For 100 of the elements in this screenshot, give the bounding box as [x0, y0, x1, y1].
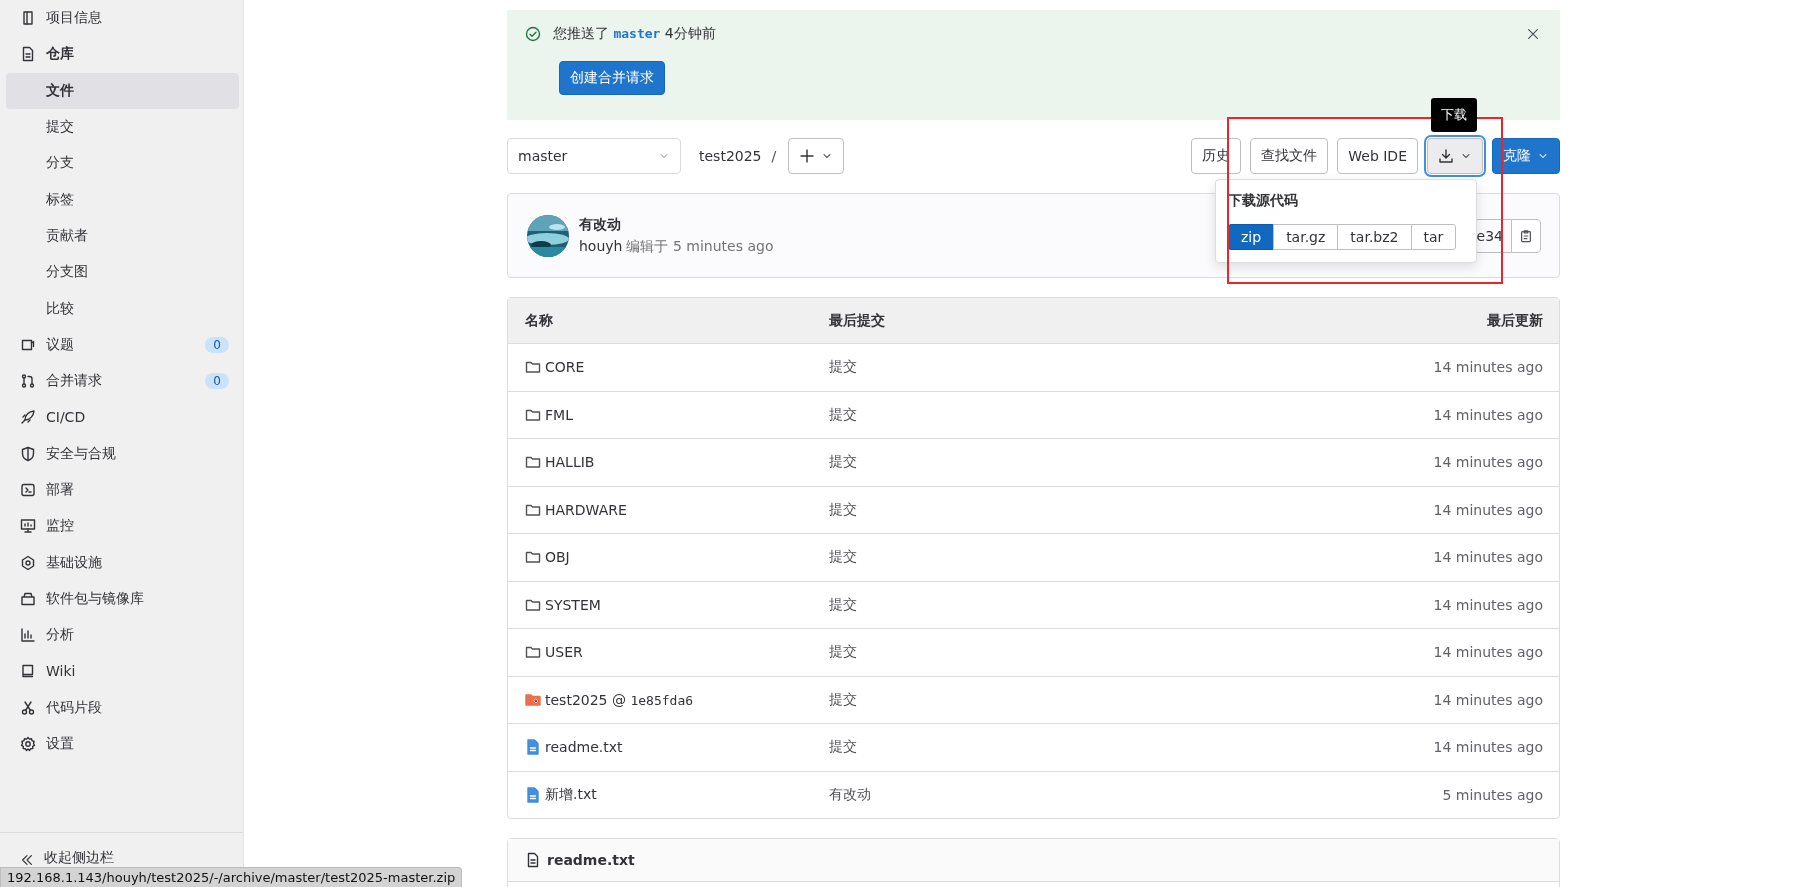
folder-icon: [525, 454, 541, 471]
commit-link[interactable]: 提交: [829, 690, 857, 709]
nav-item[interactable]: 部署: [6, 471, 239, 509]
count-badge: 0: [205, 336, 229, 353]
updated-time: 14 minutes ago: [1433, 359, 1543, 376]
monitor-icon: [20, 518, 36, 535]
package-icon: [20, 590, 36, 607]
copy-button[interactable]: [1511, 218, 1541, 253]
file-link[interactable]: HARDWARE: [545, 501, 627, 518]
document-icon: [20, 46, 36, 63]
format-button[interactable]: tar: [1410, 223, 1457, 250]
commit-link[interactable]: 提交: [829, 595, 857, 614]
commit-title[interactable]: 有改动: [579, 215, 774, 234]
download-icon: [1438, 147, 1454, 164]
commit-link[interactable]: 提交: [829, 405, 857, 424]
nav-item[interactable]: 议题 0: [6, 326, 239, 363]
tooltip: 下载: [1431, 97, 1477, 132]
file-link[interactable]: CORE: [545, 359, 585, 376]
breadcrumb-separator: /: [771, 147, 777, 164]
scissors-icon: [20, 699, 36, 716]
clone-button[interactable]: 克隆: [1492, 137, 1560, 174]
double-chevron-icon: [20, 853, 34, 867]
web-ide-button[interactable]: Web IDE: [1337, 137, 1418, 174]
nav-item[interactable]: 监控: [6, 508, 239, 545]
shield-icon: [20, 445, 36, 462]
nav-item[interactable]: 基础设施: [6, 544, 239, 581]
updated-time: 14 minutes ago: [1433, 454, 1543, 471]
last-commit-column-header: 最后提交: [829, 311, 886, 330]
file-link[interactable]: 新增.txt: [545, 785, 597, 804]
file-link[interactable]: test2025 @ 1e85fda6: [545, 691, 694, 708]
updated-time: 5 minutes ago: [1442, 786, 1543, 803]
nav-item[interactable]: 仓库: [6, 36, 239, 73]
name-column-header: 名称: [525, 311, 554, 330]
infrastructure-icon: [20, 554, 36, 571]
commit-link[interactable]: 提交: [829, 548, 857, 567]
nav-item[interactable]: 分支图: [6, 254, 239, 291]
nav-item[interactable]: 项目信息: [6, 0, 239, 37]
updated-time: 14 minutes ago: [1433, 596, 1543, 613]
book-icon: [20, 10, 36, 27]
commit-link[interactable]: 提交: [829, 738, 857, 757]
file-link[interactable]: SYSTEM: [545, 596, 601, 613]
plus-icon: [799, 147, 816, 164]
updated-time: 14 minutes ago: [1433, 549, 1543, 566]
nav-item[interactable]: 设置: [6, 725, 239, 763]
nav-item[interactable]: 分支: [6, 145, 239, 182]
commit-meta: 编辑于 5 minutes ago: [626, 237, 774, 256]
check-circle-icon: [525, 26, 541, 42]
format-button[interactable]: tar.gz: [1273, 223, 1339, 250]
file-link[interactable]: OBJ: [545, 549, 570, 566]
nav-item[interactable]: 合并请求 0: [6, 362, 239, 400]
folder-icon: [525, 549, 541, 566]
commit-link[interactable]: 有改动: [829, 785, 871, 804]
folder-icon: [525, 359, 541, 376]
settings-icon: [20, 736, 36, 753]
collapse-sidebar-link[interactable]: 收起侧边栏: [44, 849, 114, 867]
folder-icon: [525, 644, 541, 661]
file-icon: [525, 786, 541, 803]
menu-heading: 下载源代码: [1228, 191, 1299, 210]
close-icon[interactable]: [1526, 27, 1540, 41]
branch-select[interactable]: master: [507, 137, 681, 174]
book-icon: [20, 663, 36, 680]
count-badge: 0: [205, 373, 229, 390]
nav-item[interactable]: 贡献者: [6, 217, 239, 255]
nav-item[interactable]: 代码片段: [6, 689, 239, 726]
create-merge-request-button[interactable]: 创建合并请求: [559, 61, 665, 95]
nav-item[interactable]: CI/CD: [6, 399, 239, 436]
breadcrumb-link[interactable]: test2025: [699, 147, 762, 164]
find-file-button[interactable]: 查找文件: [1250, 137, 1329, 174]
updated-time: 14 minutes ago: [1433, 739, 1543, 756]
file-link[interactable]: USER: [545, 644, 583, 661]
author-link[interactable]: houyh: [579, 237, 623, 256]
clipboard-icon: [1519, 228, 1533, 243]
folder-icon: [525, 691, 541, 708]
rocket-icon: [20, 409, 36, 426]
alert-message: 您推送了 master 4分钟前: [553, 25, 717, 43]
file-link[interactable]: readme.txt: [545, 739, 623, 756]
file-icon: [525, 739, 541, 756]
nav-item[interactable]: 软件包与镜像库: [6, 580, 239, 618]
commit-link[interactable]: 提交: [829, 500, 857, 519]
nav-item[interactable]: 安全与合规: [6, 435, 239, 472]
nav-item[interactable]: Wiki: [6, 653, 239, 690]
download-button[interactable]: [1427, 137, 1483, 174]
document-icon: [525, 852, 541, 868]
nav-item[interactable]: 标签: [6, 181, 239, 218]
file-link[interactable]: FML: [545, 406, 573, 423]
nav-item[interactable]: 文件: [6, 72, 239, 109]
updated-time: 14 minutes ago: [1433, 691, 1543, 708]
commit-link[interactable]: 提交: [829, 643, 857, 662]
format-button[interactable]: zip: [1228, 223, 1275, 250]
deploy-icon: [20, 482, 36, 498]
add-dropdown-button[interactable]: [788, 137, 845, 174]
chart-icon: [20, 627, 36, 644]
file-link[interactable]: HALLIB: [545, 454, 595, 471]
last-update-column-header: 最后更新: [1487, 311, 1543, 330]
commit-link[interactable]: 提交: [829, 453, 857, 472]
nav-item[interactable]: 提交: [6, 108, 239, 146]
commit-link[interactable]: 提交: [829, 358, 857, 377]
format-button[interactable]: tar.bz2: [1337, 223, 1412, 250]
nav-item[interactable]: 分析: [6, 617, 239, 654]
nav-item[interactable]: 比较: [6, 290, 239, 327]
